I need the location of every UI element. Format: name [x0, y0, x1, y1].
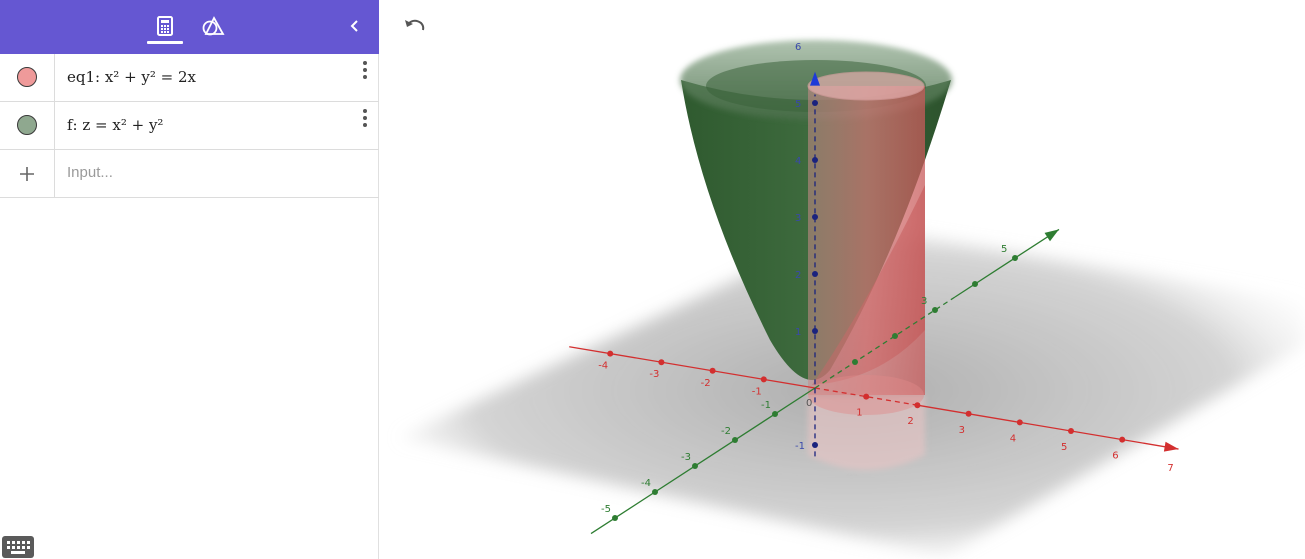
y-axis-tick	[972, 281, 978, 287]
y-tick-label: -2	[721, 426, 731, 437]
x-axis-tick	[914, 402, 921, 409]
cylinder-top	[807, 71, 925, 101]
z-axis-tick	[812, 328, 818, 334]
x-tick-label: 3	[959, 425, 965, 436]
x-axis-tick	[1068, 428, 1074, 434]
x-tick-label: -1	[752, 386, 762, 397]
y-tick-label: -1	[761, 400, 771, 411]
y-tick-label: -4	[641, 478, 651, 489]
cylinder-surface	[808, 86, 925, 395]
y-tick-label: 3	[921, 296, 927, 307]
z-tick-label: 6	[795, 42, 801, 53]
x-axis-tick	[965, 410, 972, 417]
y-axis-tick	[852, 359, 858, 365]
x-tick-label: 1	[856, 408, 862, 419]
y-tick-label: -5	[601, 504, 611, 515]
x-tick-label: -4	[598, 361, 608, 372]
z-axis-tick	[812, 100, 818, 106]
z-axis-tick	[812, 271, 818, 277]
x-axis-tick	[760, 376, 767, 383]
x-tick-label: 7	[1167, 463, 1173, 474]
undo-icon[interactable]	[402, 14, 428, 38]
y-tick-label: 5	[1001, 244, 1007, 255]
z-axis-tick	[812, 214, 818, 220]
y-axis-tick	[892, 333, 898, 339]
x-axis-tick	[863, 393, 870, 400]
z-axis-tick	[812, 442, 818, 448]
x-tick-label: 6	[1112, 451, 1118, 462]
x-tick-label: -3	[649, 369, 659, 380]
x-axis-tick	[709, 367, 716, 374]
origin-label: 0	[806, 398, 812, 409]
x-tick-label: 5	[1061, 442, 1067, 453]
x-tick-label: 2	[907, 416, 913, 427]
y-axis-tick	[652, 489, 658, 495]
graphics-3d-canvas[interactable]: -4 -3 -2 -1 1 2 3 4 5 6 7 -5 -4 -3 -2 -1 3 5 6 5 4 3 2 1 -1 0	[0, 0, 1305, 559]
z-tick-label: 4	[795, 156, 801, 167]
y-axis-tick	[692, 463, 698, 469]
z-tick-label: 2	[795, 270, 801, 281]
x-tick-label: 4	[1010, 433, 1016, 444]
z-tick-label: 5	[795, 99, 801, 110]
y-axis-tick	[932, 307, 938, 313]
z-axis-tick	[812, 157, 818, 163]
y-axis-tick	[1012, 255, 1018, 261]
x-axis-tick	[658, 359, 665, 366]
y-axis-arrow	[1044, 229, 1059, 242]
z-tick-label: 1	[795, 327, 801, 338]
y-tick-label: -3	[681, 452, 691, 463]
y-axis-tick	[772, 411, 778, 417]
z-tick-label: -1	[795, 441, 805, 452]
y-axis-tick	[732, 437, 738, 443]
x-axis-tick	[1119, 436, 1126, 443]
y-axis-tick	[612, 515, 618, 521]
x-tick-label: -2	[701, 378, 711, 389]
x-axis-tick	[1016, 419, 1023, 426]
z-tick-label: 3	[795, 213, 801, 224]
x-axis-tick	[607, 350, 614, 357]
x-axis-arrow	[1163, 441, 1179, 452]
